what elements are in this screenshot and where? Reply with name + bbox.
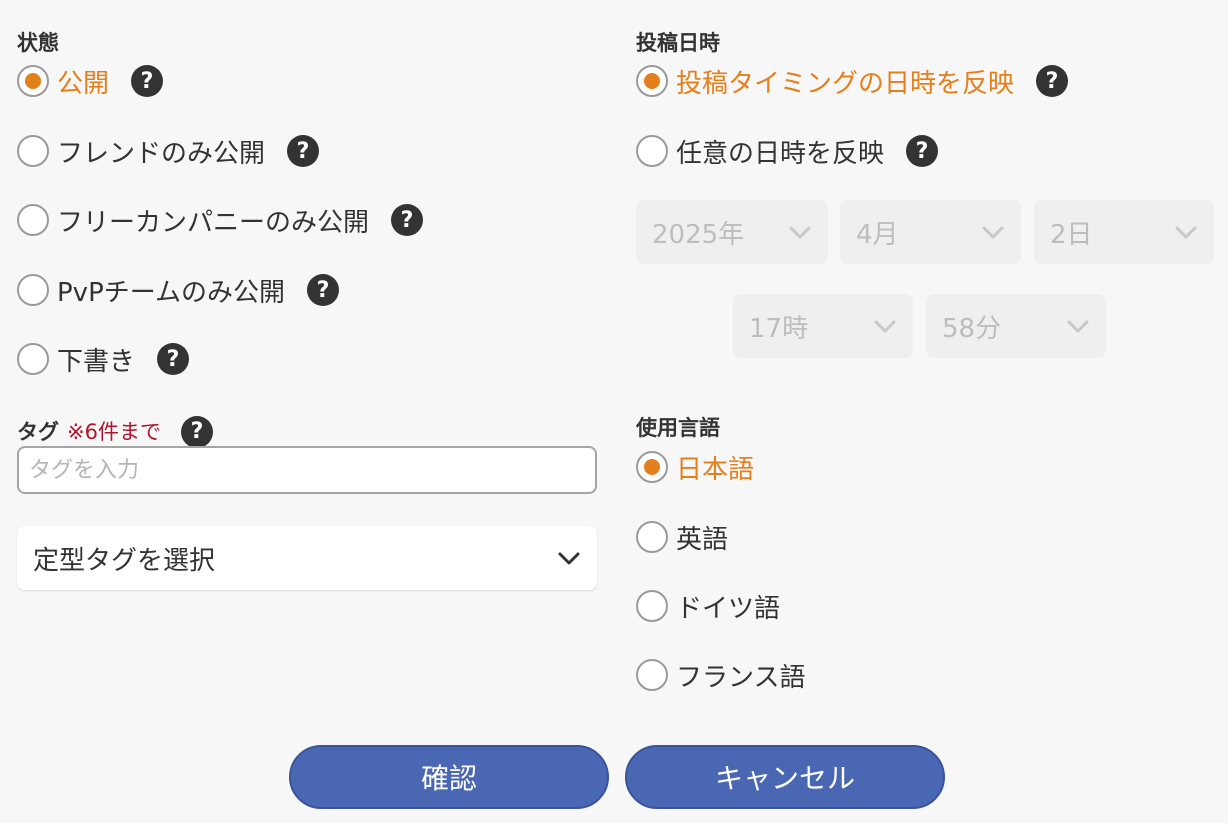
language-option-german[interactable]: ドイツ語 xyxy=(636,589,781,624)
radio-dot xyxy=(25,73,41,89)
status-option-free-company[interactable]: フリーカンパニーのみ公開 ? xyxy=(17,203,424,238)
question-circle-icon[interactable]: ? xyxy=(391,204,424,236)
day-select[interactable]: 2日 xyxy=(1034,200,1214,264)
radio-button[interactable] xyxy=(636,659,668,691)
month-select-value: 4月 xyxy=(856,219,899,250)
status-option-label: 下書き xyxy=(57,346,136,377)
radio-button[interactable] xyxy=(636,590,668,622)
radio-button[interactable] xyxy=(17,65,49,97)
question-circle-icon[interactable]: ? xyxy=(180,416,213,448)
cancel-button[interactable]: キャンセル xyxy=(625,745,945,809)
language-option-label: 日本語 xyxy=(676,454,755,485)
status-option-pvp-team[interactable]: PvPチームのみ公開 ? xyxy=(17,273,339,308)
day-select-value: 2日 xyxy=(1050,219,1093,250)
datetime-option-label: 任意の日時を反映 xyxy=(676,138,885,169)
year-select-value: 2025年 xyxy=(652,219,745,250)
language-option-label: 英語 xyxy=(676,524,729,555)
minute-select-value: 58分 xyxy=(942,313,1002,344)
status-option-label: フリーカンパニーのみ公開 xyxy=(57,207,370,238)
status-title: 状態 xyxy=(17,31,59,55)
radio-dot xyxy=(644,73,660,89)
language-option-english[interactable]: 英語 xyxy=(636,520,729,555)
radio-button[interactable] xyxy=(17,204,49,236)
question-circle-icon[interactable]: ? xyxy=(157,343,190,375)
month-select[interactable]: 4月 xyxy=(840,200,1021,264)
hour-select-value: 17時 xyxy=(749,313,809,344)
status-option-label: PvPチームのみ公開 xyxy=(57,277,285,308)
status-option-draft[interactable]: 下書き ? xyxy=(17,342,190,377)
radio-dot xyxy=(644,459,660,475)
tags-limit-note: ※6件まで xyxy=(67,419,161,444)
radio-button[interactable] xyxy=(17,274,49,306)
hour-select[interactable]: 17時 xyxy=(733,294,913,358)
chevron-down-icon xyxy=(1175,226,1197,239)
radio-button[interactable] xyxy=(636,65,668,97)
radio-button[interactable] xyxy=(636,521,668,553)
radio-button[interactable] xyxy=(17,343,49,375)
chevron-down-icon xyxy=(789,226,811,239)
chevron-down-icon xyxy=(982,226,1004,239)
post-settings-form: 状態 公開 ? フレンドのみ公開 ? フリーカンパニーのみ公開 ? PvPチーム… xyxy=(0,0,1228,823)
chevron-down-icon xyxy=(558,552,580,565)
tags-title: タグ xyxy=(17,419,59,444)
radio-button[interactable] xyxy=(636,451,668,483)
datetime-option-post-timing[interactable]: 投稿タイミングの日時を反映 ? xyxy=(636,64,1069,99)
preset-tag-select[interactable]: 定型タグを選択 xyxy=(17,526,597,590)
chevron-down-icon xyxy=(874,320,896,333)
confirm-button[interactable]: 確認 xyxy=(289,745,609,809)
question-circle-icon[interactable]: ? xyxy=(1036,65,1069,97)
minute-select[interactable]: 58分 xyxy=(926,294,1106,358)
datetime-option-custom[interactable]: 任意の日時を反映 ? xyxy=(636,134,939,169)
question-circle-icon[interactable]: ? xyxy=(906,135,939,167)
language-option-label: フランス語 xyxy=(676,662,806,693)
tag-input[interactable] xyxy=(17,446,597,494)
status-option-public[interactable]: 公開 ? xyxy=(17,64,164,99)
question-circle-icon[interactable]: ? xyxy=(287,135,320,167)
language-option-french[interactable]: フランス語 xyxy=(636,658,806,693)
status-option-label: 公開 xyxy=(57,68,110,99)
question-circle-icon[interactable]: ? xyxy=(131,65,164,97)
post-datetime-title: 投稿日時 xyxy=(636,31,720,55)
status-option-friends[interactable]: フレンドのみ公開 ? xyxy=(17,134,320,169)
status-option-label: フレンドのみ公開 xyxy=(57,138,266,169)
datetime-option-label: 投稿タイミングの日時を反映 xyxy=(676,68,1015,99)
year-select[interactable]: 2025年 xyxy=(636,200,828,264)
radio-button[interactable] xyxy=(636,135,668,167)
chevron-down-icon xyxy=(1067,320,1089,333)
language-option-japanese[interactable]: 日本語 xyxy=(636,450,755,485)
radio-button[interactable] xyxy=(17,135,49,167)
tags-title-row: タグ ※6件まで ? xyxy=(17,416,213,448)
language-option-label: ドイツ語 xyxy=(676,593,781,624)
preset-tag-select-value: 定型タグを選択 xyxy=(33,545,216,576)
question-circle-icon[interactable]: ? xyxy=(306,274,339,306)
language-title: 使用言語 xyxy=(636,416,720,440)
